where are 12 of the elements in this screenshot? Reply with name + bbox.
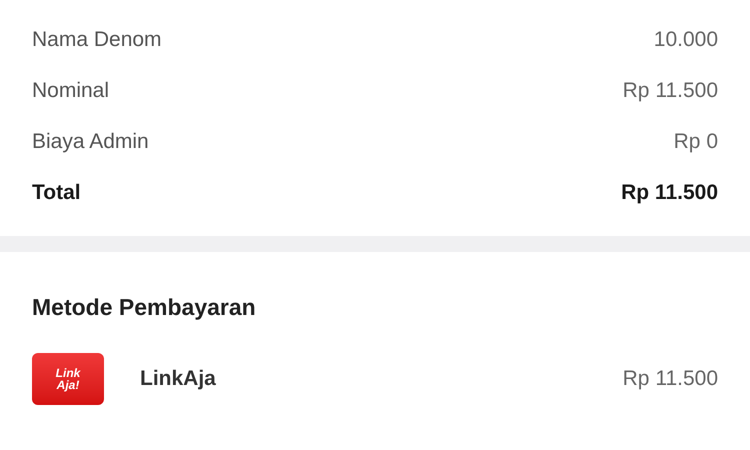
detail-label: Total xyxy=(32,180,81,206)
detail-label: Nominal xyxy=(32,78,110,104)
detail-value: Rp 11.500 xyxy=(621,180,718,206)
detail-value: Rp 11.500 xyxy=(622,78,718,104)
detail-value: Rp 0 xyxy=(674,128,718,155)
payment-amount: Rp 11.500 xyxy=(622,366,718,392)
detail-label: Nama Denom xyxy=(32,26,162,53)
payment-name: LinkAja xyxy=(140,366,216,392)
section-title: Metode Pembayaran xyxy=(32,293,257,322)
detail-value: 10.000 xyxy=(654,26,718,53)
detail-label: Biaya Admin xyxy=(32,128,149,155)
payment-logo: Link Aja! xyxy=(32,352,104,404)
